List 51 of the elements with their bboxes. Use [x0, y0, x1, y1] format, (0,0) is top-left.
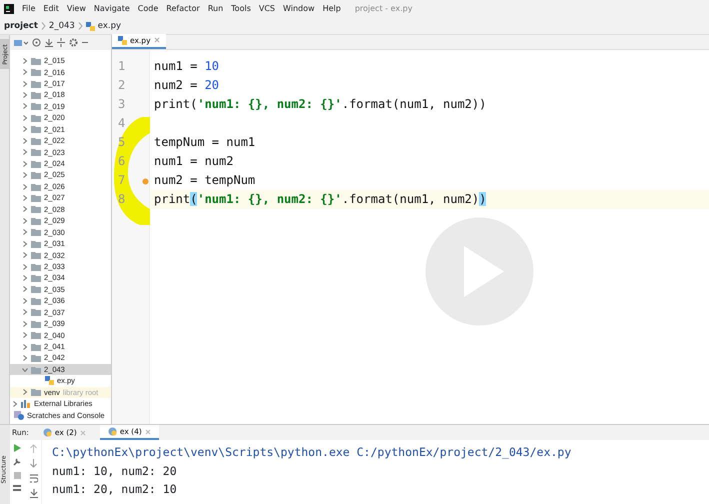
breadcrumb-item[interactable]: project [4, 20, 38, 32]
app-logo-icon [4, 4, 14, 14]
menu-item[interactable]: Help [322, 3, 341, 15]
settings-icon[interactable] [69, 38, 78, 47]
line-number: 2 [117, 77, 126, 94]
menu-item[interactable]: Run [208, 3, 224, 15]
scratches-icon [14, 410, 24, 420]
code-line: num1 = 10 [153, 58, 220, 75]
code-line: num2 = 20 [153, 77, 220, 94]
down-arrow-icon[interactable] [30, 459, 38, 468]
menu-item[interactable]: Refactor [166, 3, 200, 15]
library-icon [21, 400, 31, 408]
wrench-icon[interactable] [13, 458, 22, 466]
menu-item[interactable]: Window [283, 3, 315, 15]
breadcrumb-item[interactable]: 2_043 [48, 20, 75, 32]
line-number: 3 [117, 96, 126, 113]
line-number: 8 [117, 191, 126, 208]
line-number: 1 [117, 58, 126, 75]
folder-icon [31, 388, 41, 396]
menu-item[interactable]: Code [138, 3, 158, 15]
collapse-all-icon[interactable] [57, 38, 65, 47]
scroll-to-end-icon[interactable] [30, 489, 38, 498]
locate-icon[interactable] [32, 38, 41, 47]
code-line: tempNum = num1 [153, 134, 256, 151]
code-line: num1 = num2 [153, 153, 234, 170]
close-icon[interactable] [154, 37, 160, 44]
line-number: 7 [117, 172, 126, 189]
run-icon[interactable] [13, 444, 22, 452]
menu-item[interactable]: VCS [258, 3, 276, 15]
line-number: 4 [117, 115, 126, 132]
view-dropdown-icon[interactable] [14, 38, 28, 46]
menu-item[interactable]: File [22, 3, 36, 15]
layout-icon[interactable] [13, 485, 22, 491]
code-line: num2 = tempNum [153, 172, 256, 189]
breadcrumb-item[interactable]: ex.py [98, 20, 122, 32]
code-line: print('num1: {}, num2: {}'.format(num1, num2)) [153, 96, 488, 113]
menu-item[interactable]: Tools [231, 3, 251, 15]
separator-icon [78, 22, 83, 30]
output-line: num1: 10, num2: 20 [52, 462, 178, 480]
menu-item[interactable]: View [66, 3, 86, 15]
line-number: 5 [117, 134, 126, 151]
soft-wrap-icon[interactable] [30, 474, 38, 483]
menu-item[interactable]: Navigate [94, 3, 130, 15]
chevron-down-icon[interactable] [22, 366, 28, 373]
line-number: 6 [117, 153, 126, 170]
expand-all-icon[interactable] [45, 38, 53, 47]
menu-item[interactable]: Edit [43, 3, 59, 15]
separator-icon [40, 22, 46, 30]
window-title: project - ex.py [354, 3, 412, 15]
output-line: num1: 20, num2: 10 [52, 481, 178, 498]
command-line: C:\pythonEx\project\venv\Scripts\python.exe C:/pythonEx/project/2_043/ex.py [52, 444, 572, 461]
